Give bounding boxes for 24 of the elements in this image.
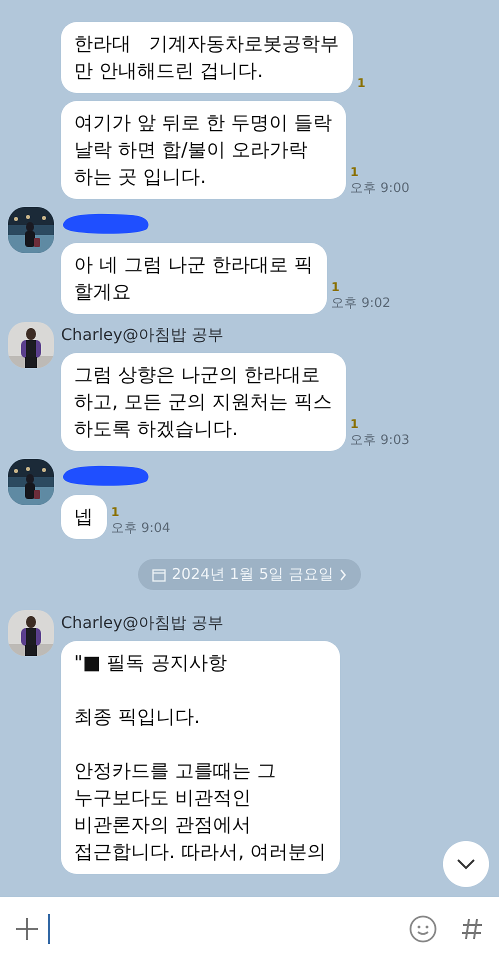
timestamp: 오후 9:03 bbox=[350, 432, 410, 449]
message-bubble: 여기가 앞 뒤로 한 두명이 들락 날락 하면 합/불이 오라가락 하는 곳 입니다. bbox=[61, 101, 346, 199]
sender-name: Charley@아침밥 공부 bbox=[61, 325, 224, 345]
unread-count: 1 bbox=[357, 76, 366, 91]
unread-count: 1 bbox=[350, 417, 359, 432]
sender-name: Charley@아침밥 공부 bbox=[61, 613, 224, 633]
hash-icon[interactable] bbox=[461, 918, 483, 940]
chevron-down-icon bbox=[456, 858, 476, 870]
message-bubble: 넵 bbox=[61, 495, 107, 539]
plus-icon[interactable] bbox=[16, 918, 38, 940]
timestamp: 오후 9:04 bbox=[111, 520, 170, 537]
timestamp: 오후 9:02 bbox=[331, 295, 391, 312]
message-bubble: 그럼 상향은 나군의 한라대로 하고, 모든 군의 지원처는 픽스 하도록 하겠습니다. bbox=[61, 353, 346, 451]
chevron-icon bbox=[339, 568, 348, 580]
emoji-icon[interactable] bbox=[409, 914, 437, 942]
timestamp: 오후 9:00 bbox=[350, 180, 410, 197]
message-bubble: "■ 필독 공지사항 최종 픽입니다. 안정카드를 고를때는 그 누구보다도 비관적인 비관론자의 관점에서 접근합니다. 따라서, 여러분의 bbox=[61, 641, 340, 874]
message-bubble: 아 네 그럼 나군 한라대로 픽 할게요 bbox=[61, 243, 328, 314]
unread-count: 1 bbox=[350, 165, 359, 180]
message-bubble: 한라대 기계자동차로봇공학부 만 안내해드린 겁니다. bbox=[61, 22, 354, 93]
calendar-icon bbox=[152, 568, 166, 582]
unread-count: 1 bbox=[111, 505, 120, 520]
unread-count: 1 bbox=[331, 280, 340, 295]
date-button[interactable]: 2024년 1월 5일 금요일 bbox=[138, 559, 362, 590]
